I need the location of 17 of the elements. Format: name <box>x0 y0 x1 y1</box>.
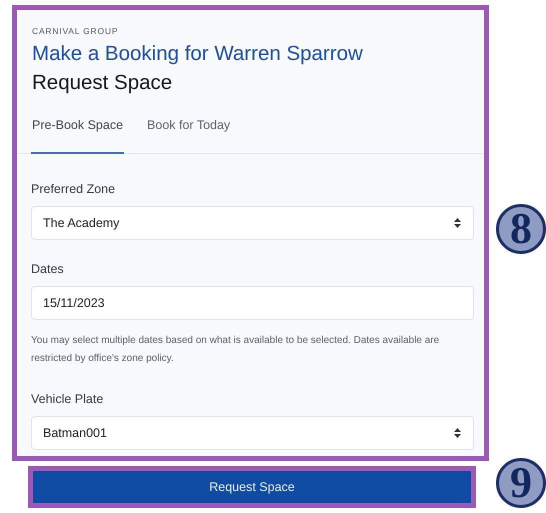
callout-number-badge: 9 <box>496 458 546 508</box>
select-field[interactable]: Batman001 <box>31 416 474 450</box>
field-label: Preferred Zone <box>31 181 116 198</box>
select-field[interactable]: The Academy <box>31 206 474 240</box>
page-title: Make a Booking for Warren Sparrow <box>32 41 364 67</box>
field-label: Dates <box>31 261 65 278</box>
tab[interactable]: Book for Today <box>146 110 232 154</box>
section-title: Request Space <box>32 70 174 96</box>
sort-arrows-icon <box>454 218 461 228</box>
sort-arrows-icon <box>454 428 461 438</box>
tab[interactable]: Pre-Book Space <box>31 110 124 154</box>
callout-number-badge: 8 <box>496 204 546 254</box>
help-text: You may select multiple dates based on what is available to be selected. Dates available are restricted by office's zone policy. <box>31 334 440 366</box>
field-label: Vehicle Plate <box>31 391 104 408</box>
request-space-button[interactable]: Request Space <box>28 466 476 508</box>
date-input-field[interactable]: 15/11/2023 <box>31 286 474 320</box>
organization-name: CARNIVAL GROUP <box>32 25 120 38</box>
